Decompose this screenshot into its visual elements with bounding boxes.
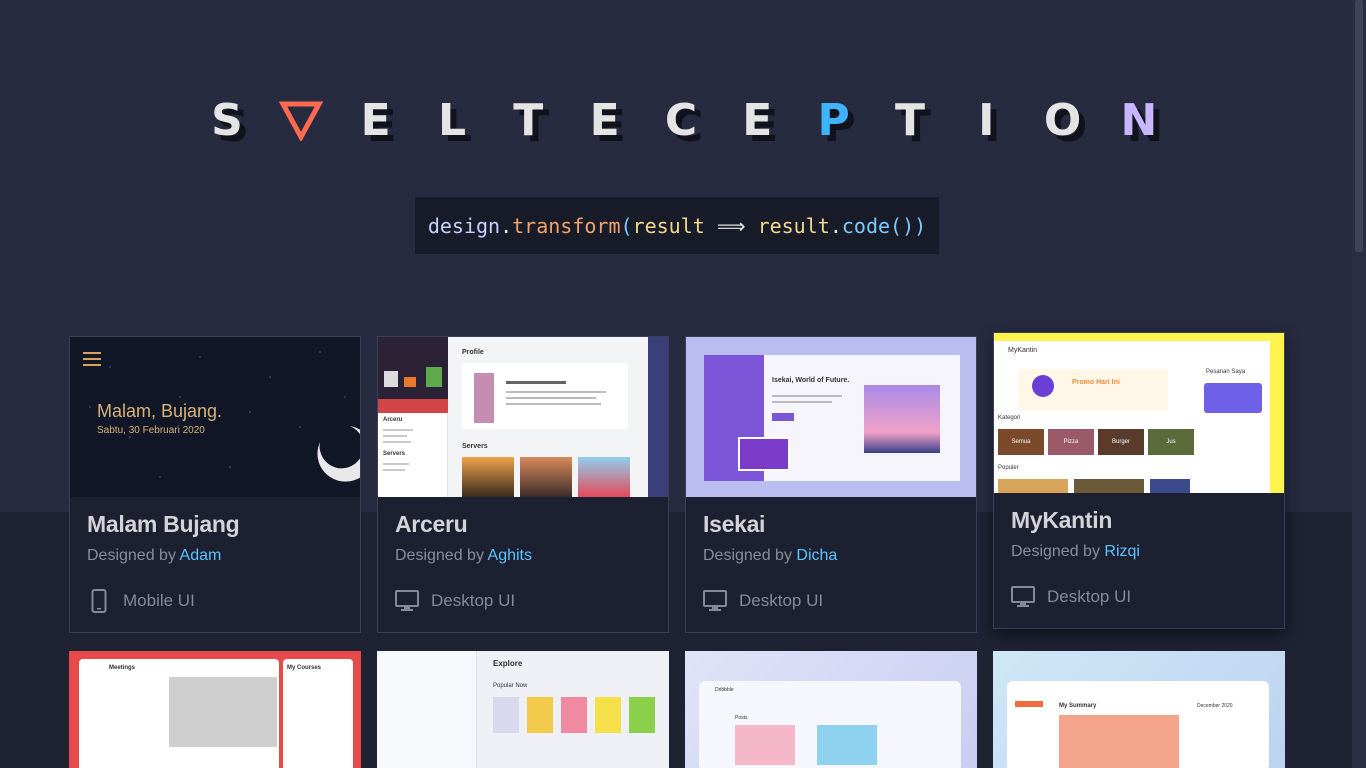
thumb-chip: Jus [1148,429,1194,455]
thumb-greeting: Malam, Bujang. [97,401,223,421]
logo-letter: L [437,94,466,146]
card-platform: Desktop UI [703,589,823,613]
logo-letter: T [894,94,925,146]
tagline-token: . [829,213,842,238]
card-platform: Desktop UI [1011,585,1131,609]
card-title[interactable]: Malam Bujang [87,511,240,538]
card-title[interactable]: Arceru [395,511,468,538]
card-thumbnail[interactable]: MyKantin Promo Hari Ini Pesanan Saya Kat… [994,333,1284,493]
logo-letter: I [978,94,995,146]
project-card-thumbnail[interactable]: Meetings My Courses [69,651,361,768]
platform-label: Desktop UI [431,591,516,610]
thumb-chip: Pizza [1048,429,1094,455]
platform-label: Mobile UI [123,591,195,610]
card-designer: Designed by Adam [87,547,221,565]
tagline-token: ( [620,213,633,238]
tagline-token: result [632,213,705,238]
card-platform: Mobile UI [87,589,195,613]
project-card-isekai[interactable]: Isekai, World of Future. Isekai Designed… [685,336,977,633]
tagline-token: result [757,213,830,238]
scrollbar-thumb[interactable] [1355,0,1363,252]
logo-letter: T [513,94,544,146]
thumb-populer: Populer [998,465,1019,471]
tagline-token: design [427,213,501,238]
logo-letter: S [211,94,243,146]
logo-letter: E [360,94,391,146]
desktop-icon [1011,585,1035,609]
svelte-triangle-icon [279,99,324,143]
desktop-icon [395,589,419,613]
card-designer: Designed by Rizqi [1011,543,1140,561]
thumb-pixel-art [378,337,448,413]
project-card-thumbnail[interactable]: Explore Popular Now [377,651,669,768]
designed-by-label: Designed by [1011,543,1100,560]
project-card-arceru[interactable]: Arceru Servers Profile Servers Arceru De… [377,336,669,633]
card-thumbnail[interactable]: Malam, Bujang. Sabtu, 30 Februari 2020 [70,337,360,497]
thumb-label: My Courses [287,665,322,671]
card-platform: Desktop UI [395,589,515,613]
tagline-token: . [500,213,513,238]
card-title[interactable]: Isekai [703,511,765,538]
thumb-label: Explore [493,659,523,668]
thumb-label: Posts [735,715,748,721]
platform-label: Desktop UI [739,591,824,610]
project-card-thumbnail[interactable]: Dribbble Posts [685,651,977,768]
project-card-malam-bujang[interactable]: Malam, Bujang. Sabtu, 30 Februari 2020 M… [69,336,361,633]
page-scrollbar[interactable] [1352,0,1366,768]
thumb-promo: Promo Hari Ini [1072,379,1120,386]
thumb-sidebar-title: Servers [383,451,406,457]
logo-letter: E [589,94,620,146]
card-title[interactable]: MyKantin [1011,507,1112,534]
card-thumbnail[interactable]: Isekai, World of Future. [686,337,976,497]
logo-letter: N [1120,94,1158,146]
card-thumbnail[interactable]: Arceru Servers Profile Servers [378,337,668,497]
menu-icon[interactable] [83,352,101,366]
thumb-label: Popular Now [493,683,528,689]
thumb-label: December 2020 [1197,703,1233,709]
thumb-servers-title: Servers [462,443,488,450]
project-card-thumbnail[interactable]: My Summary December 2020 [993,651,1285,768]
logo-letter: P [817,94,850,146]
thumb-date: Sabtu, 30 Februari 2020 [97,425,205,436]
logo-letter: O [1043,94,1082,146]
card-designer: Designed by Aghits [395,547,532,565]
designed-by-label: Designed by [87,547,176,564]
designer-link[interactable]: Adam [180,547,222,564]
desktop-icon [703,589,727,613]
mobile-icon [87,589,111,613]
designed-by-label: Designed by [703,547,792,564]
thumb-chip: Semua [998,429,1044,455]
thumb-label: My Summary [1059,703,1097,709]
project-card-mykantin[interactable]: MyKantin Promo Hari Ini Pesanan Saya Kat… [993,332,1285,629]
designed-by-label: Designed by [395,547,484,564]
thumb-chip: Burger [1098,429,1144,455]
tagline-token: code [841,213,891,238]
thumb-kategori: Kategori [998,415,1021,421]
designer-link[interactable]: Dicha [796,547,837,564]
designer-link[interactable]: Aghits [488,547,532,564]
thumb-pesanan: Pesanan Saya [1206,369,1246,375]
site-logo: S E L T E C E P T I O N [203,94,1163,146]
platform-label: Desktop UI [1047,587,1132,606]
logo-letter: E [742,94,773,146]
tagline-token: ()) [890,213,927,238]
designer-link[interactable]: Rizqi [1104,543,1140,560]
tagline-code: design. transform(result ⟹ result. code()) [415,197,939,254]
thumb-label: Meetings [109,665,136,671]
thumb-profile-title: Profile [462,349,484,356]
thumb-sidebar-title: Arceru [383,417,403,423]
logo-letter: C [664,94,698,146]
thumb-label: Dribbble [715,687,734,693]
tagline-token: ⟹ [704,213,758,238]
tagline-token: transform [512,213,621,238]
thumb-brand: MyKantin [1008,347,1038,354]
card-designer: Designed by Dicha [703,547,837,565]
thumb-heading: Isekai, World of Future. [772,377,850,384]
